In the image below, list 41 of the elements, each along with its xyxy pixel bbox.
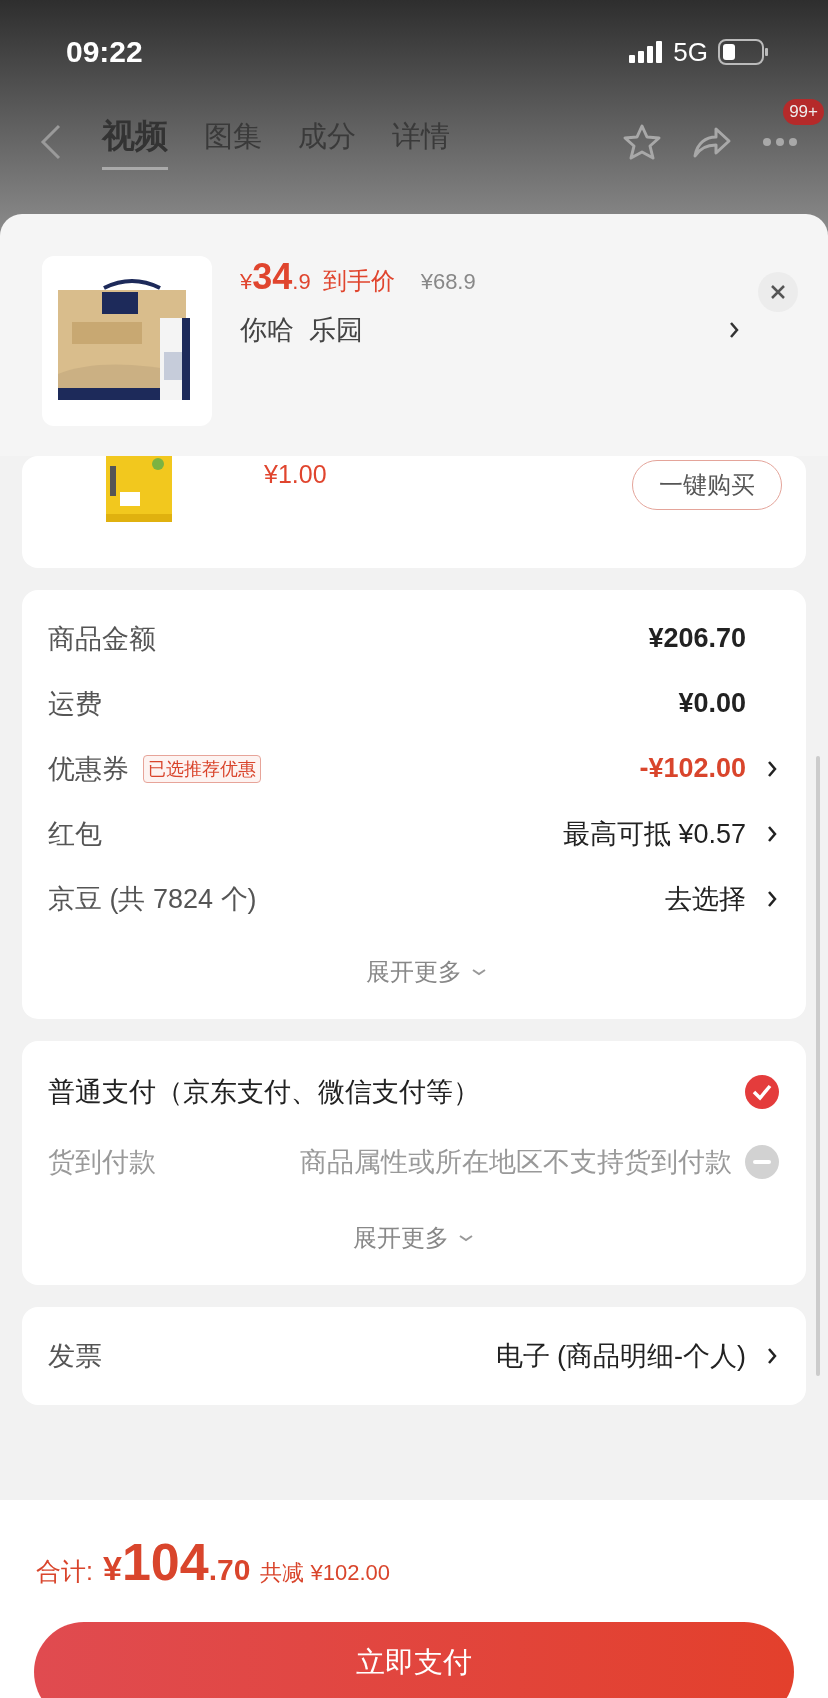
status-time: 09:22 bbox=[66, 35, 143, 69]
buy-now-button[interactable]: 一键购买 bbox=[632, 460, 782, 510]
expand-more-button[interactable]: 展开更多 bbox=[360, 955, 494, 989]
saving-amount: 共减 ¥102.00 bbox=[260, 1559, 390, 1587]
invoice-value[interactable]: 电子 (商品明细-个人) bbox=[495, 1338, 746, 1374]
fee-value[interactable]: 最高可抵 ¥0.57 bbox=[562, 815, 746, 852]
notification-badge: 99+ bbox=[783, 99, 824, 125]
checkmark-icon[interactable] bbox=[744, 1074, 780, 1110]
expand-more-button[interactable]: 展开更多 bbox=[347, 1221, 481, 1255]
final-price: ¥34.9 bbox=[240, 256, 311, 298]
coupon-tag: 已选推荐优惠 bbox=[143, 754, 261, 783]
caret-icon bbox=[457, 1233, 475, 1243]
chevron-right-icon[interactable] bbox=[728, 320, 740, 340]
close-button[interactable] bbox=[758, 272, 798, 312]
close-icon bbox=[769, 283, 787, 301]
pay-now-button[interactable]: 立即支付 bbox=[34, 1622, 794, 1698]
price-label: 到手价 bbox=[322, 266, 395, 296]
fee-value: ¥206.70 bbox=[648, 623, 746, 654]
total-label: 合计: bbox=[36, 1556, 93, 1587]
payment-note: 商品属性或所在地区不支持货到付款 bbox=[300, 1146, 732, 1179]
battery-icon bbox=[718, 39, 768, 65]
original-price: ¥68.9 bbox=[420, 269, 476, 295]
network-label: 5G bbox=[673, 36, 708, 68]
fee-label: 优惠券 bbox=[48, 752, 129, 786]
fee-label: 红包 bbox=[48, 817, 102, 851]
fee-label: 运费 bbox=[48, 687, 102, 721]
fee-value[interactable]: -¥102.00 bbox=[639, 753, 746, 784]
chevron-right-icon[interactable] bbox=[766, 1346, 778, 1366]
item-price: ¥1.00 bbox=[264, 460, 327, 489]
fee-value[interactable]: 去选择 bbox=[665, 880, 746, 917]
payment-option[interactable]: 普通支付（京东支付、微信支付等） bbox=[48, 1074, 480, 1110]
caret-icon bbox=[470, 967, 488, 977]
total-amount: ¥104.70 bbox=[102, 1532, 251, 1592]
fee-label: 京豆 (共 7824 个) bbox=[48, 882, 257, 916]
invoice-label: 发票 bbox=[48, 1340, 102, 1373]
fee-value: ¥0.00 bbox=[678, 688, 746, 719]
share-icon[interactable] bbox=[692, 125, 732, 159]
star-icon[interactable] bbox=[622, 123, 662, 161]
fee-label: 商品金额 bbox=[48, 622, 156, 656]
signal-icon bbox=[629, 41, 664, 63]
product-name: 你哈 乐园 bbox=[240, 314, 363, 347]
